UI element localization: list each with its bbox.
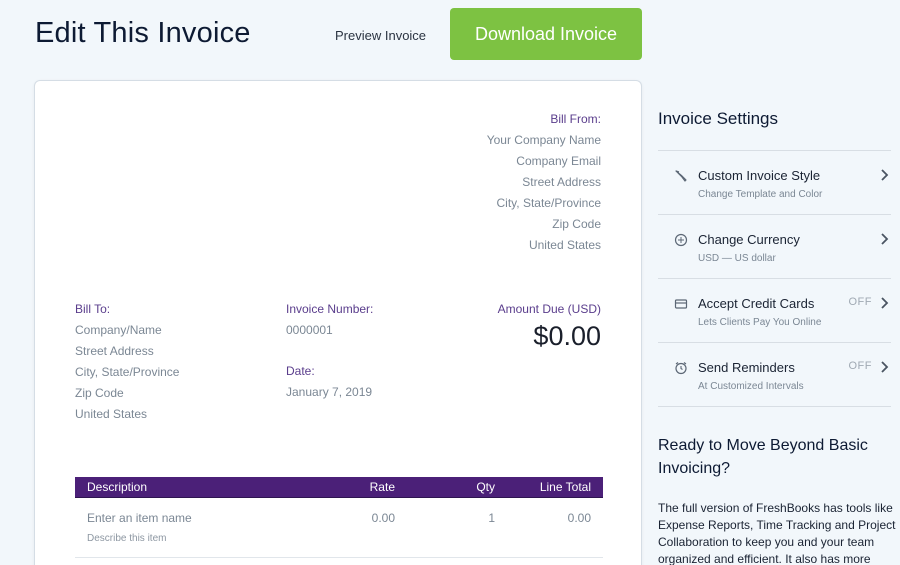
alarm-clock-icon	[675, 362, 687, 375]
invoice-number-label: Invoice Number:	[286, 302, 374, 316]
bill-from-company-name[interactable]: Your Company Name	[487, 130, 601, 151]
chevron-right-icon	[881, 233, 889, 245]
line-items-table: Description Rate Qty Line Total Enter an…	[75, 477, 603, 558]
setting-send-reminders[interactable]: Send Reminders At Customized Intervals O…	[658, 343, 891, 407]
page-title: Edit This Invoice	[35, 17, 251, 49]
bill-from-city[interactable]: City, State/Province	[487, 193, 601, 214]
bill-to-block: Bill To: Company/Name Street Address Cit…	[75, 299, 179, 425]
invoice-number-field[interactable]: 0000001	[286, 320, 373, 341]
amount-due-block: Amount Due (USD) $0.00	[498, 299, 601, 352]
line-items-header: Description Rate Qty Line Total	[75, 477, 603, 498]
preview-invoice-link[interactable]: Preview Invoice	[335, 28, 426, 43]
bill-to-street[interactable]: Street Address	[75, 341, 179, 362]
table-row: Enter an item name Describe this item 0.…	[75, 498, 603, 558]
chevron-right-icon	[881, 361, 889, 373]
setting-label: Accept Credit Cards	[698, 296, 815, 311]
currency-icon	[674, 233, 688, 247]
credit-card-icon	[674, 299, 688, 309]
setting-accept-credit-cards[interactable]: Accept Credit Cards Lets Clients Pay You…	[658, 279, 891, 343]
toggle-status[interactable]: OFF	[849, 296, 873, 308]
settings-title: Invoice Settings	[658, 109, 779, 128]
bill-to-company-name[interactable]: Company/Name	[75, 320, 179, 341]
bill-from-zip[interactable]: Zip Code	[487, 214, 601, 235]
header-description: Description	[87, 480, 148, 494]
bill-to-city[interactable]: City, State/Province	[75, 362, 179, 383]
brush-icon	[675, 170, 687, 182]
bill-from-label: Bill From:	[550, 112, 601, 126]
chevron-right-icon	[881, 169, 889, 181]
amount-due-value: $0.00	[533, 321, 601, 351]
date-block: Date: January 7, 2019	[286, 361, 372, 403]
setting-sub: At Customized Intervals	[698, 381, 804, 392]
item-line-total: 0.00	[567, 511, 591, 525]
bill-to-zip[interactable]: Zip Code	[75, 383, 179, 404]
setting-label: Send Reminders	[698, 360, 795, 375]
date-label: Date:	[286, 364, 315, 378]
amount-due-label: Amount Due (USD)	[497, 302, 601, 316]
toggle-status[interactable]: OFF	[849, 360, 873, 372]
setting-custom-invoice-style[interactable]: Custom Invoice Style Change Template and…	[658, 151, 891, 215]
date-field[interactable]: January 7, 2019	[286, 382, 372, 403]
download-invoice-button[interactable]: Download Invoice	[450, 8, 642, 60]
bill-from-country[interactable]: United States	[487, 235, 601, 256]
setting-sub: Lets Clients Pay You Online	[698, 317, 822, 328]
bill-to-country[interactable]: United States	[75, 404, 179, 425]
item-rate-field[interactable]: 0.00	[325, 511, 395, 525]
setting-label: Custom Invoice Style	[698, 168, 821, 183]
item-name-field[interactable]: Enter an item name	[87, 511, 325, 525]
setting-sub: USD — US dollar	[698, 253, 776, 264]
item-description-field[interactable]: Describe this item	[87, 533, 325, 544]
setting-change-currency[interactable]: Change Currency USD — US dollar	[658, 215, 891, 279]
item-qty-field[interactable]: 1	[395, 511, 495, 525]
bill-from-email[interactable]: Company Email	[487, 151, 601, 172]
promo-title: Ready to Move Beyond Basic Invoicing?	[658, 437, 868, 477]
chevron-right-icon	[881, 297, 889, 309]
bill-to-label: Bill To:	[75, 302, 111, 316]
settings-list: Custom Invoice Style Change Template and…	[658, 150, 891, 407]
bill-from-block: Bill From: Your Company Name Company Ema…	[487, 109, 601, 256]
invoice-number-block: Invoice Number: 0000001	[286, 299, 373, 341]
header-qty: Qty	[476, 480, 495, 494]
invoice-paper: Bill From: Your Company Name Company Ema…	[34, 80, 642, 565]
setting-sub: Change Template and Color	[698, 189, 823, 200]
setting-label: Change Currency	[698, 232, 800, 247]
header-line-total: Line Total	[539, 480, 591, 494]
bill-from-street[interactable]: Street Address	[487, 172, 601, 193]
header-rate: Rate	[369, 480, 395, 494]
promo-body: The full version of FreshBooks has tools…	[658, 501, 896, 565]
